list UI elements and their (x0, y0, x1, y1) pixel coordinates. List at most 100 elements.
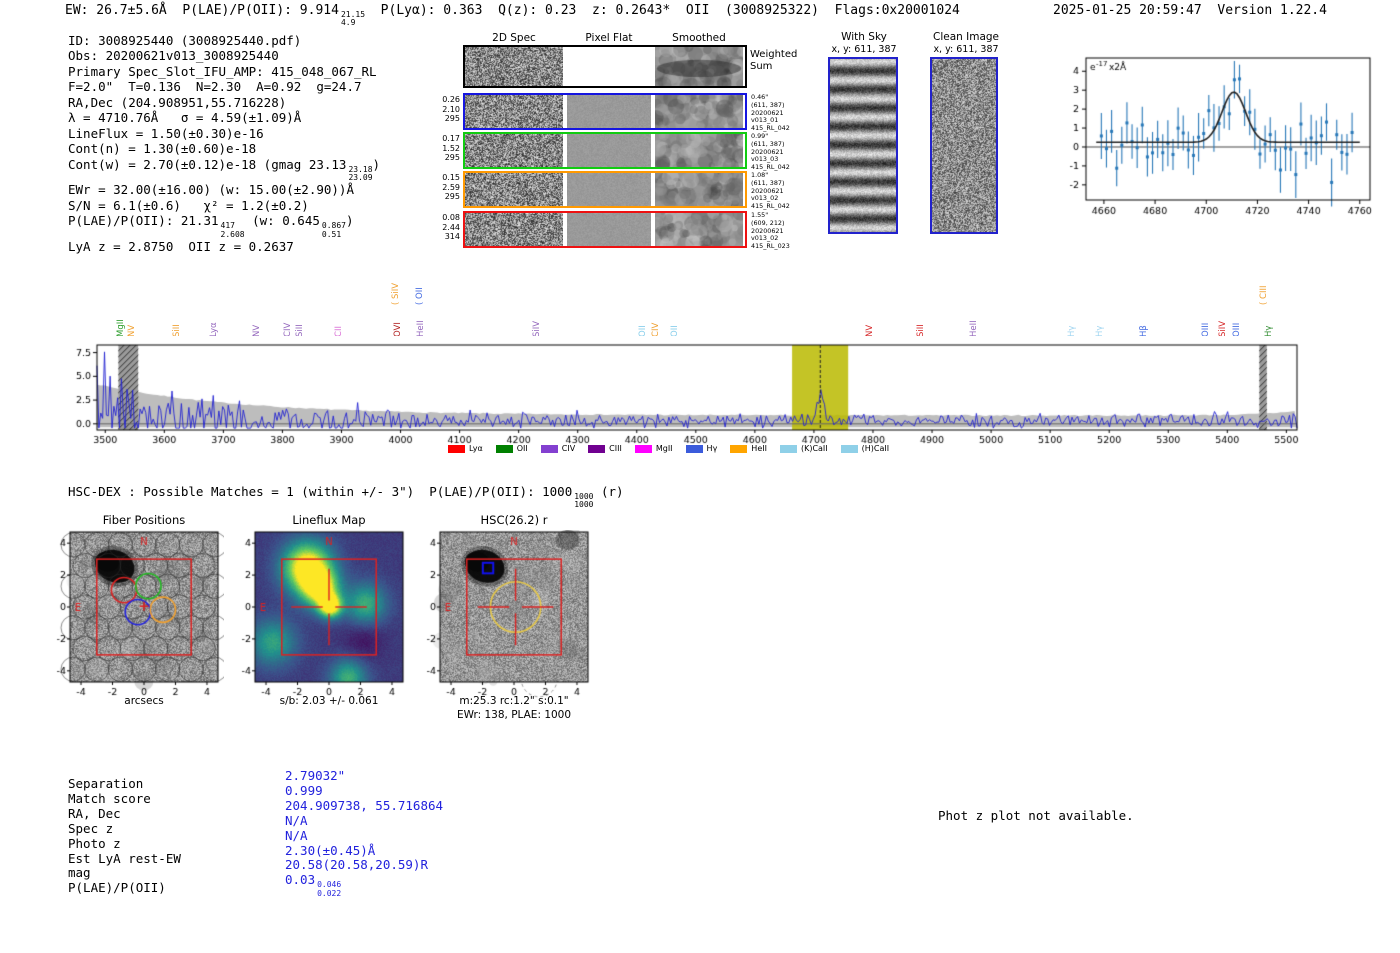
match-table-value: 204.909738, 55.716864 (285, 797, 444, 814)
report-date: 2025-01-25 20:59:47 (1053, 3, 1202, 18)
info-line: Primary Spec_Slot_IFU_AMP: 415_048_067_R… (68, 64, 380, 79)
scale-value: 0.15 (442, 173, 460, 182)
scale-value: 314 (444, 232, 460, 241)
legend-label: CIV (561, 444, 576, 453)
stacked-fraction: 21.15 4.9 (340, 10, 365, 28)
match-table-value: 2.79032" (285, 768, 443, 784)
spec2d-strip-n2d (465, 95, 563, 128)
cleanimage-panel (930, 57, 998, 234)
info-line: λ = 4710.76Å σ = 4.59(±1.09)Å (68, 110, 380, 125)
match-table-label: Spec z (68, 820, 114, 836)
stacked-fraction: 0.867 0.51 (322, 221, 346, 239)
text-segment: P(Lyα): 0.363 Q(z): 0.23 z: 0.2643* OII … (365, 3, 960, 18)
cleanimage-title: Clean Image (932, 31, 1000, 43)
spec2d-strip-smooth (655, 213, 743, 246)
match-table-label: Match score (68, 790, 151, 806)
info-line: P(LAE)/P(OII): 21.31 417 2.608 (w: 0.645 0.… (68, 213, 380, 239)
text-segment: 20.58(20.58,20.59)R (285, 857, 428, 873)
detection-info-block: ID: 3008925440 (3008925440.pdf) Obs: 2020… (68, 33, 380, 255)
text-segment: Obs: 20200621v013_3008925440 (68, 48, 279, 64)
spec2d-strip-n2d (465, 213, 563, 246)
text-segment: ) (372, 156, 381, 172)
legend-label: Lyα (469, 444, 483, 453)
legend-item-mgii: MgII (634, 444, 673, 453)
fraction-bottom: 0.022 (317, 888, 342, 898)
spec2d-strip-flat (567, 173, 651, 206)
scale-value: 295 (444, 153, 460, 162)
emission-line-labels: ( MgII( NV( SiII( Lyα( NV( CIV( SiII( CI… (97, 258, 1297, 345)
emission-line-label-oii: ( OII (414, 287, 425, 305)
info-line: RA,Dec (204.908951,55.716228) (68, 95, 380, 110)
info-line: F=2.0" T=0.136 N=2.30 A=0.92 g=24.7 (68, 79, 380, 94)
text-segment: (r) (593, 484, 624, 499)
legend-label: Hγ (706, 444, 718, 453)
spec2d-header-2dspec: 2D Spec (492, 32, 536, 44)
report-version: Version 1.22.4 (1217, 3, 1327, 18)
legend-item-hcaii: (H)CaII (840, 444, 889, 453)
fiber-row-scale-labels: 0.17 1.52 295 (426, 134, 460, 163)
spec2d-strip-n2d (465, 47, 563, 86)
spec2d-strip-smoothdark (655, 47, 743, 86)
info-line: Obs: 20200621v013_3008925440 (68, 48, 380, 63)
match-table-value: 0.03 0.046 0.022 (285, 872, 443, 898)
fiber-cutout-row (463, 132, 747, 169)
fiber-row-id-labels: 0.46" (611, 387) 20200621 v013_01 415_RL_042 (751, 93, 801, 133)
fraction-bottom: 23.09 (348, 173, 373, 183)
text-segment: λ = 4710.76Å σ = 4.59(±1.09)Å (68, 110, 302, 126)
stacked-fraction: 23.18 23.09 (348, 165, 373, 183)
info-line: LineFlux = 1.50(±0.30)e-16 (68, 126, 380, 141)
catalog-match-table: Separation Match score RA, Dec Spec z Photo … (68, 768, 488, 909)
spec2d-header-pixelflat: Pixel Flat (585, 32, 633, 44)
fiber-row-scale-labels: 0.26 2.10 295 (426, 95, 460, 124)
weighted-sum-label: Weighted Sum (750, 49, 797, 72)
spec2d-strip-n2d (465, 173, 563, 206)
legend-item-civ: CIV (540, 444, 576, 453)
header-timestamp: 2025-01-25 20:59:47 Version 1.22.4 (1053, 3, 1327, 18)
legend-swatch (685, 444, 703, 453)
match-table-value: N/A (285, 812, 443, 829)
text-segment: 0.999 (285, 782, 323, 798)
text-segment: N/A (285, 812, 308, 828)
header-summary: EW: 26.7±5.6Å P(LAE)/P(OII): 9.914 21.15 4… (65, 3, 960, 28)
scale-value: 295 (444, 192, 460, 201)
match-table-label: mag (68, 865, 91, 881)
stacked-fraction: 1000 1000 (574, 492, 594, 510)
scale-value: 0.17 (442, 134, 460, 143)
spec2d-strip-white (567, 47, 651, 86)
spec2d-strip-flat (567, 213, 651, 246)
emission-line-label-siiv: ( SiIV (391, 282, 402, 305)
fiber-cutout-row (463, 211, 747, 248)
text-segment: 204.909738, 55.716864 (285, 797, 444, 813)
text-segment: ) (345, 213, 354, 229)
info-line: EWr = 32.00(±16.00) (w: 15.00(±2.90))Å (68, 182, 380, 197)
text-segment: EWr = 32.00(±16.00) (w: 15.00(±2.90))Å (68, 182, 354, 198)
hsc-cutout-title: HSC(26.2) r (480, 513, 548, 527)
scale-value: 2.44 (442, 222, 460, 232)
legend-swatch (540, 444, 558, 453)
spec2d-header-smoothed: Smoothed (672, 32, 726, 44)
scale-value: 2.10 (442, 104, 460, 114)
hsc-match-summary: HSC-DEX : Possible Matches = 1 (within +… (68, 484, 624, 510)
legend-swatch (448, 444, 465, 453)
legend-item-oii: OII (495, 444, 528, 453)
text-segment: EW: 26.7±5.6Å P(LAE)/P(OII): 9.914 (65, 3, 339, 18)
text-segment: Cont(w) = 2.70(±0.12)e-18 (gmag 23.13 (68, 156, 347, 172)
spec2d-strip-smooth (655, 95, 743, 128)
legend-item-ciii: CIII (588, 444, 622, 453)
text-segment: S/N = 6.1(±0.6) χ² = 1.2(±0.2) (68, 197, 309, 213)
weighted-sum-line1: Weighted (750, 49, 798, 60)
info-line: ID: 3008925440 (3008925440.pdf) (68, 33, 380, 48)
legend-item-h: Hγ (685, 444, 718, 453)
match-table-label: Est LyA rest-EW (68, 850, 181, 866)
spec2d-strip-flat (567, 134, 651, 167)
text-segment: Cont(n) = 1.30(±0.60)e-18 (68, 141, 257, 157)
fiber-positions-title: Fiber Positions (102, 513, 186, 527)
legend-swatch (634, 444, 652, 453)
legend-swatch (588, 444, 606, 453)
cleanimage-coords: x, y: 611, 387 (933, 44, 999, 55)
match-table-label: P(LAE)/P(OII) (68, 880, 166, 896)
fraction-bottom: 4.9 (340, 18, 356, 28)
text-segment: ID: 3008925440 (3008925440.pdf) (68, 33, 302, 48)
fraction-bottom: 1000 (574, 500, 594, 510)
withsky-panel (828, 57, 898, 234)
